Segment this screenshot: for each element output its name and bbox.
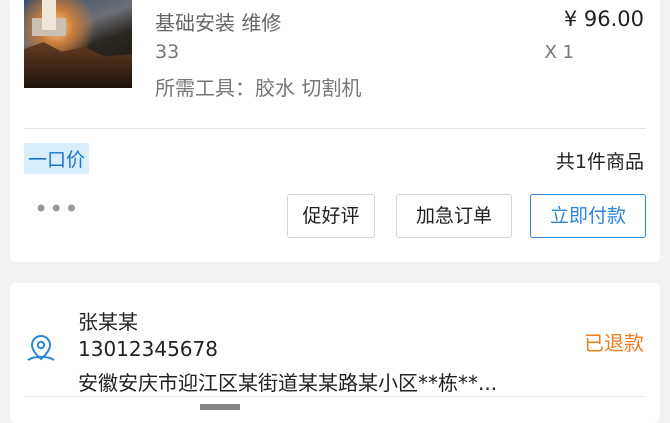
contact-phone: 13012345678: [78, 337, 218, 361]
contact-name: 张某某: [78, 310, 138, 334]
product-name: 基础安装 维修: [155, 11, 282, 35]
order-card: 基础安装 维修 33 所需工具：胶水 切割机 ¥ 96.00 X 1 一口价 共…: [10, 0, 660, 262]
urgent-order-button[interactable]: 加急订单: [396, 194, 512, 238]
product-thumbnail[interactable]: [24, 0, 132, 88]
pay-now-button[interactable]: 立即付款: [530, 194, 646, 238]
thumbnail-lighthouse: [42, 0, 56, 30]
thumbnail-rocks: [24, 42, 132, 88]
product-quantity: X 1: [544, 42, 574, 63]
divider: [24, 128, 646, 129]
product-price: ¥ 96.00: [563, 7, 644, 31]
item-count: 共1件商品: [555, 151, 644, 173]
price-tag: 一口价: [24, 143, 90, 174]
cutoff-text-fragment: [200, 404, 240, 410]
address-card[interactable]: 张某某 13012345678 安徽安庆市迎江区某街道某某路某小区**栋**..…: [10, 283, 660, 423]
product-tools: 所需工具：胶水 切割机: [155, 76, 362, 100]
status-badge: 已退款: [584, 331, 644, 355]
divider: [24, 396, 646, 397]
product-spec: 33: [155, 41, 180, 63]
more-dots-icon[interactable]: •••: [34, 195, 79, 223]
good-review-button[interactable]: 促好评: [287, 194, 375, 238]
location-pin-icon: [27, 334, 55, 361]
contact-address: 安徽安庆市迎江区某街道某某路某小区**栋**...: [78, 371, 498, 395]
